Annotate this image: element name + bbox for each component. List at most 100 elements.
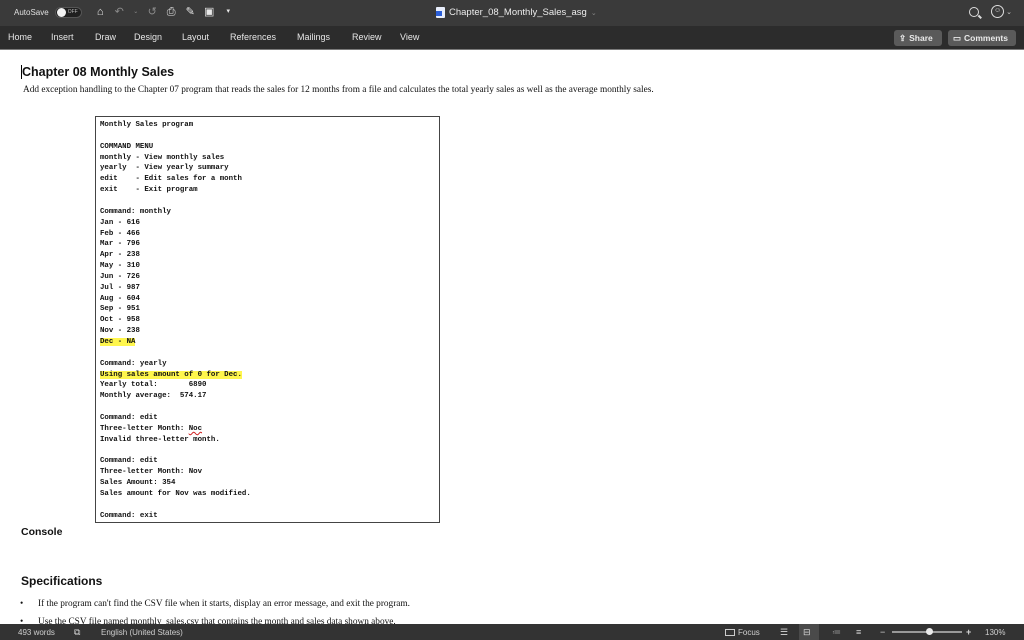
console-line-text: Mar - 796 [100, 240, 140, 249]
status-bar: 493 words ⧉ English (United States) Focu… [0, 624, 1024, 640]
feedback-button[interactable]: ☺ ⌄ [991, 5, 1012, 18]
autosave-label: AutoSave [14, 7, 49, 17]
console-line-text: Feb - 466 [100, 229, 140, 238]
console-line: Oct - 958 [100, 316, 140, 324]
tab-draw[interactable]: Draw [95, 32, 116, 42]
home-icon[interactable]: ⌂ [94, 6, 107, 18]
autosave-toggle[interactable]: OFF [54, 6, 82, 18]
share-label: Share [909, 33, 933, 43]
web-layout-icon[interactable]: ⊟ [803, 627, 811, 638]
share-button[interactable]: ⇪ Share [894, 30, 942, 46]
console-line-text: Jul - 987 [100, 283, 140, 292]
console-line-text: Sales amount for Nov was modified. [100, 489, 251, 498]
tab-mailings[interactable]: Mailings [297, 32, 330, 42]
smiley-icon: ☺ [991, 5, 1005, 18]
console-line: Invalid three-letter month. [100, 436, 220, 444]
ribbon-tabs: Home Insert Draw Design Layout Reference… [0, 26, 1024, 50]
share-icon: ⇪ [899, 32, 907, 43]
console-line: edit - Edit sales for a month [100, 175, 242, 183]
console-line: Sep - 951 [100, 305, 140, 313]
console-line: Command: edit [100, 457, 158, 465]
search-icon[interactable] [969, 6, 980, 17]
console-line-text: yearly - View yearly summary [100, 164, 229, 173]
console-line: Apr - 238 [100, 251, 140, 259]
console-line-text: Dec - NA [100, 338, 136, 346]
document-title[interactable]: Chapter_08_Monthly_Sales_asg ⌄ [436, 7, 597, 18]
console-line-text: Three-letter Month: [100, 424, 189, 433]
tab-references[interactable]: References [230, 32, 276, 42]
console-line-text: Invalid three-letter month. [100, 435, 220, 444]
console-line: yearly - View yearly summary [100, 164, 229, 172]
undo-icon[interactable]: ↶ [113, 6, 126, 18]
spec-bullet: • If the program can't find the CSV file … [20, 599, 410, 609]
zoom-slider-thumb[interactable] [926, 628, 933, 635]
console-line: Command: exit [100, 512, 158, 520]
intro-paragraph: Add exception handling to the Chapter 07… [23, 85, 654, 95]
tab-home[interactable]: Home [8, 32, 32, 42]
redo-icon[interactable]: ⌄ [132, 6, 140, 18]
page-heading: Chapter 08 Monthly Sales [22, 65, 175, 79]
document-title-text: Chapter_08_Monthly_Sales_asg [449, 7, 587, 18]
print-icon[interactable]: ⎙ [165, 6, 178, 18]
draft-view-icon[interactable]: ≡ [856, 627, 861, 637]
zoom-in-icon[interactable]: + [966, 627, 971, 637]
console-line-text: Monthly average: 574.17 [100, 392, 207, 401]
console-line: Command: edit [100, 414, 158, 422]
console-line-text: exit - Exit program [100, 186, 198, 195]
console-line: Aug - 604 [100, 295, 140, 303]
save-icon[interactable]: ▣ [203, 6, 216, 18]
console-line: Monthly average: 574.17 [100, 392, 206, 400]
spec-bullet-text: Use the CSV file named monthly_sales.csv… [38, 617, 396, 624]
focus-button[interactable]: Focus [725, 628, 760, 637]
focus-icon [725, 629, 735, 636]
console-line-text: Command: yearly [100, 359, 167, 368]
zoom-level[interactable]: 130% [985, 628, 1005, 637]
console-line: Three-letter Month: Nov [100, 468, 202, 476]
proofing-icon[interactable]: ⧉ [74, 627, 80, 638]
zoom-out-icon[interactable]: − [880, 627, 885, 637]
tab-view[interactable]: View [400, 32, 419, 42]
tab-review[interactable]: Review [352, 32, 382, 42]
autosave-state: OFF [67, 9, 78, 15]
console-line: Command: yearly [100, 360, 167, 368]
tab-insert[interactable]: Insert [51, 32, 74, 42]
spec-bullet: • Use the CSV file named monthly_sales.cs… [20, 617, 396, 624]
console-line-text: Command: monthly [100, 207, 171, 216]
chevron-down-icon: ⌄ [1006, 8, 1012, 16]
bullet-dot: • [20, 599, 24, 609]
console-line: Mar - 796 [100, 240, 140, 248]
console-line-text: edit - Edit sales for a month [100, 175, 242, 184]
misspelled-word[interactable]: Noc [189, 425, 202, 433]
repeat-icon[interactable]: ↺ [146, 6, 159, 18]
console-line-text: Apr - 238 [100, 251, 140, 260]
customize-toolbar-icon[interactable]: ▾ [222, 6, 235, 18]
tab-layout[interactable]: Layout [182, 32, 209, 42]
console-line: Sales Amount: 354 [100, 479, 175, 487]
console-line: Jan - 616 [100, 219, 140, 227]
console-line-text: Aug - 604 [100, 294, 140, 303]
word-count[interactable]: 493 words [18, 628, 55, 637]
console-line: Command: monthly [100, 208, 171, 216]
outline-view-icon[interactable]: ≔ [832, 627, 841, 638]
console-line-text: monthly - View monthly sales [100, 153, 225, 162]
print-layout-icon[interactable]: ☰ [780, 627, 788, 638]
edit-doc-icon[interactable]: ✎ [184, 6, 197, 18]
tab-design[interactable]: Design [134, 32, 162, 42]
console-line-text: Three-letter Month: Nov [100, 468, 203, 477]
comment-icon: ▭ [953, 32, 962, 43]
console-line: Feb - 466 [100, 230, 140, 238]
document-canvas[interactable]: Chapter 08 Monthly Sales Add exception h… [0, 51, 1024, 624]
console-line-text: Command: exit [100, 511, 158, 520]
console-line: Three-letter Month: Noc [100, 425, 202, 433]
console-line-text: COMMAND MENU [100, 142, 154, 151]
comments-button[interactable]: ▭ Comments [948, 30, 1016, 46]
console-line-text: Nov - 238 [100, 327, 140, 336]
console-line: COMMAND MENU [100, 143, 153, 151]
console-line-text: Using sales amount of 0 for Dec. [100, 370, 242, 379]
console-line-text: Command: edit [100, 457, 158, 466]
console-line: Using sales amount of 0 for Dec. [100, 370, 242, 379]
language-indicator[interactable]: English (United States) [101, 628, 183, 637]
console-line-text: Monthly Sales program [100, 121, 194, 129]
console-caption: Console [21, 526, 63, 538]
console-line: monthly - View monthly sales [100, 154, 224, 162]
